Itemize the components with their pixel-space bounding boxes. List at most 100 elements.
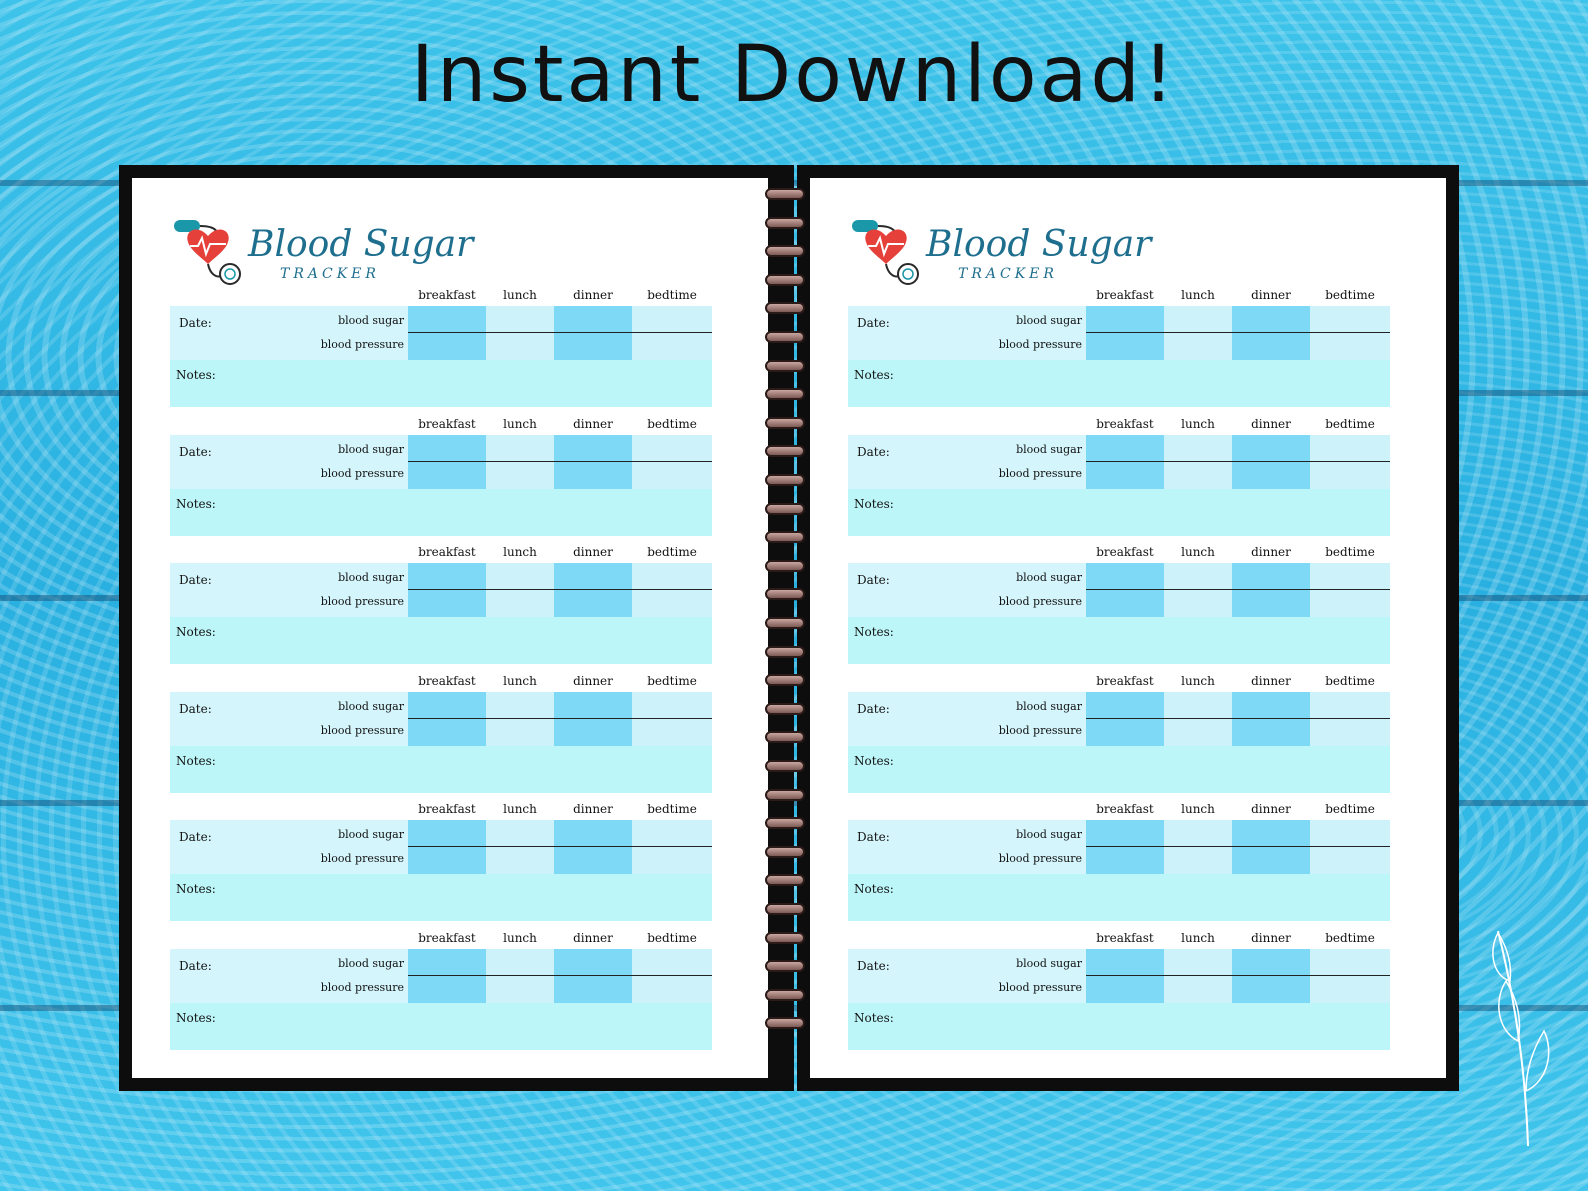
reading-cell-breakfast[interactable] — [408, 306, 486, 360]
reading-cell-lunch[interactable] — [1164, 820, 1232, 874]
reading-cell-bedtime[interactable] — [1310, 820, 1390, 874]
row-divider — [408, 717, 712, 719]
reading-cell-lunch[interactable] — [1164, 563, 1232, 617]
reading-cell-bedtime[interactable] — [1310, 948, 1390, 1003]
reading-cell-bedtime[interactable] — [1310, 691, 1390, 746]
reading-cell-bedtime[interactable] — [632, 563, 712, 617]
binding-ring — [765, 359, 805, 372]
reading-cell-breakfast[interactable] — [1086, 306, 1164, 360]
reading-cell-breakfast[interactable] — [408, 434, 486, 489]
reading-cell-dinner[interactable] — [554, 691, 632, 746]
reading-cell-dinner[interactable] — [554, 563, 632, 617]
reading-cell-bedtime[interactable] — [632, 434, 712, 489]
log-entry: breakfast lunch dinner bedtime Date: blood su… — [170, 288, 712, 414]
notes-field[interactable]: Notes: — [848, 745, 1390, 793]
reading-cell-dinner[interactable] — [554, 948, 632, 1003]
reading-cell-breakfast[interactable] — [1086, 563, 1164, 617]
meal-header-lunch: lunch — [1181, 416, 1215, 431]
tracker-logo: Blood Sugar TRACKER — [850, 218, 1151, 288]
notes-label: Notes: — [176, 753, 216, 768]
notes-field[interactable]: Notes: — [170, 488, 712, 536]
blood-sugar-label: blood sugar — [1016, 828, 1082, 841]
binding-ring — [765, 331, 805, 343]
meal-header-dinner: dinner — [573, 673, 613, 688]
notes-field[interactable]: Notes: — [848, 360, 1390, 407]
reading-cell-bedtime[interactable] — [1310, 434, 1390, 489]
reading-cell-breakfast[interactable] — [408, 691, 486, 746]
reading-cell-lunch[interactable] — [486, 434, 554, 489]
reading-cell-breakfast[interactable] — [1086, 948, 1164, 1003]
reading-cell-breakfast[interactable] — [1086, 820, 1164, 874]
meal-header-dinner: dinner — [1251, 673, 1291, 688]
reading-cell-lunch[interactable] — [486, 306, 554, 360]
notes-field[interactable]: Notes: — [848, 1002, 1390, 1050]
reading-cell-dinner[interactable] — [1232, 948, 1310, 1003]
notes-label: Notes: — [854, 625, 894, 639]
reading-cell-dinner[interactable] — [1232, 563, 1310, 617]
meal-header-breakfast: breakfast — [1096, 288, 1154, 302]
reading-cell-dinner[interactable] — [554, 306, 632, 360]
meal-header-lunch: lunch — [1181, 930, 1215, 945]
notes-field[interactable]: Notes: — [848, 488, 1390, 536]
reading-cell-bedtime[interactable] — [1310, 563, 1390, 617]
binding-ring — [765, 731, 805, 744]
blood-sugar-label: blood sugar — [338, 699, 404, 713]
reading-cell-lunch[interactable] — [486, 691, 554, 746]
binding-ring — [765, 874, 805, 887]
log-entry: breakfast lunch dinner bedtime Date: blood su… — [170, 802, 712, 928]
reading-cell-breakfast[interactable] — [408, 820, 486, 874]
binding-ring — [765, 931, 805, 944]
notes-field[interactable]: Notes: — [170, 360, 712, 407]
binding-ring — [765, 788, 805, 801]
log-entry: breakfast lunch dinner bedtime Date: blood su… — [848, 931, 1390, 1057]
date-label: Date: — [179, 444, 212, 459]
reading-cell-dinner[interactable] — [1232, 820, 1310, 874]
reading-row: Date: blood sugar blood pressure — [848, 948, 1390, 1003]
row-divider — [408, 332, 712, 333]
meal-header-breakfast: breakfast — [418, 930, 476, 945]
notes-field[interactable]: Notes: — [848, 617, 1390, 664]
notes-label: Notes: — [854, 1010, 894, 1025]
blood-pressure-label: blood pressure — [320, 338, 404, 351]
notes-field[interactable]: Notes: — [848, 874, 1390, 921]
meal-header-dinner: dinner — [1251, 802, 1291, 816]
reading-cell-dinner[interactable] — [554, 820, 632, 874]
binding-ring — [765, 502, 805, 515]
binding-ring — [765, 302, 805, 315]
reading-cell-bedtime[interactable] — [1310, 306, 1390, 360]
notes-field[interactable]: Notes: — [170, 745, 712, 793]
reading-cell-bedtime[interactable] — [632, 948, 712, 1003]
reading-cell-dinner[interactable] — [1232, 434, 1310, 489]
reading-row: Date: blood sugar blood pressure — [170, 306, 712, 360]
reading-cell-bedtime[interactable] — [632, 306, 712, 360]
reading-cell-lunch[interactable] — [1164, 306, 1232, 360]
reading-cell-breakfast[interactable] — [408, 563, 486, 617]
reading-cell-breakfast[interactable] — [408, 948, 486, 1003]
reading-cell-lunch[interactable] — [1164, 948, 1232, 1003]
reading-cell-dinner[interactable] — [554, 434, 632, 489]
meal-header-dinner: dinner — [573, 545, 613, 559]
notes-field[interactable]: Notes: — [170, 1002, 712, 1050]
reading-cell-lunch[interactable] — [1164, 691, 1232, 746]
reading-cell-bedtime[interactable] — [632, 691, 712, 746]
reading-row: Date: blood sugar blood pressure — [170, 948, 712, 1003]
meal-header-bedtime: bedtime — [1325, 930, 1375, 945]
log-entry: breakfast lunch dinner bedtime Date: blood su… — [848, 802, 1390, 928]
reading-cell-breakfast[interactable] — [1086, 691, 1164, 746]
blood-pressure-label: blood pressure — [998, 466, 1082, 480]
meal-header-breakfast: breakfast — [418, 673, 476, 688]
reading-cell-dinner[interactable] — [1232, 306, 1310, 360]
reading-cell-bedtime[interactable] — [632, 820, 712, 874]
notes-field[interactable]: Notes: — [170, 874, 712, 921]
reading-cell-lunch[interactable] — [1164, 434, 1232, 489]
date-label: Date: — [857, 316, 890, 330]
reading-cell-lunch[interactable] — [486, 820, 554, 874]
reading-cell-lunch[interactable] — [486, 948, 554, 1003]
reading-cell-dinner[interactable] — [1232, 691, 1310, 746]
notes-field[interactable]: Notes: — [170, 617, 712, 664]
reading-cell-breakfast[interactable] — [1086, 434, 1164, 489]
tracker-subtitle: TRACKER — [958, 266, 1058, 282]
row-divider — [408, 974, 712, 976]
blood-sugar-label: blood sugar — [338, 828, 404, 841]
reading-cell-lunch[interactable] — [486, 563, 554, 617]
